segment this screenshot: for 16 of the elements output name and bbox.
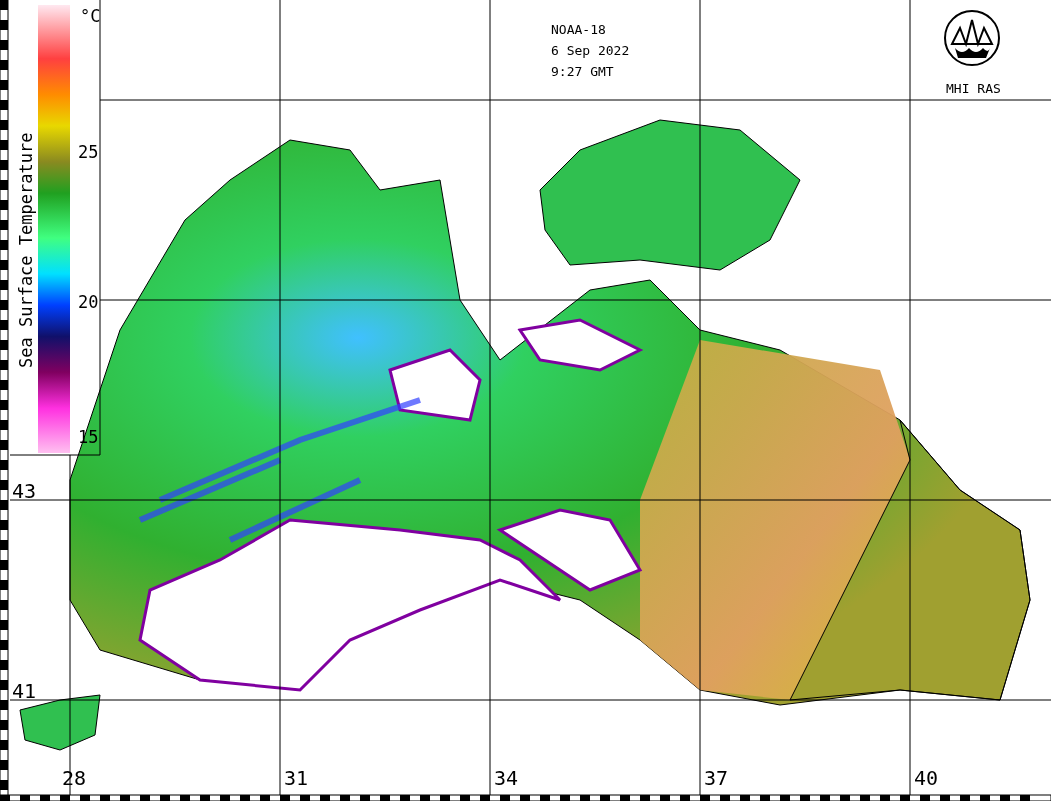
colorbar-title: Sea Surface Temperature	[16, 132, 36, 368]
longitude-label: 40	[914, 766, 939, 790]
satellite-name: NOAA-18	[551, 22, 606, 37]
colorbar-tick-label: 25	[78, 142, 99, 162]
latitude-label: 41	[12, 679, 37, 703]
image-date: 6 Sep 2022	[551, 43, 630, 58]
longitude-label: 31	[284, 766, 309, 790]
latitude-label: 43	[12, 479, 37, 503]
logo-label: MHI RAS	[946, 81, 1001, 96]
longitude-label: 34	[494, 766, 519, 790]
image-time: 9:27 GMT	[551, 64, 614, 79]
longitude-label: 37	[704, 766, 729, 790]
longitude-label: 28	[62, 766, 87, 790]
colorbar-tick-label: 20	[78, 292, 99, 312]
colorbar-unit: °C	[80, 6, 101, 26]
institute-logo-icon	[944, 10, 1000, 66]
